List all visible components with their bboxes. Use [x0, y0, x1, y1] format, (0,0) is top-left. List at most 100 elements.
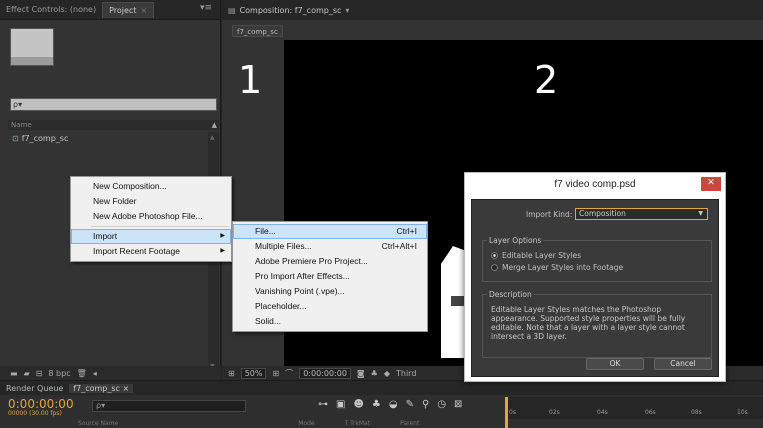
tick-label: 06s [645, 409, 656, 416]
editable-layer-styles-label: Editable Layer Styles [502, 251, 582, 260]
description-group: Description Editable Layer Styles matche… [482, 290, 712, 358]
tab-composition[interactable]: Composition: f7_comp_sc [240, 6, 342, 15]
parent-header[interactable]: Parent [400, 420, 419, 428]
list-item-label: f7_comp_sc [21, 134, 69, 143]
menu-item-import-premiere-project[interactable]: Adobe Premiere Pro Project... [233, 254, 427, 269]
menu-item-vanishing-point[interactable]: Vanishing Point (.vpe)... [233, 284, 427, 299]
draft-3d-icon[interactable]: ▣ [336, 399, 345, 410]
shy-icon[interactable]: ☻ [353, 399, 363, 410]
menu-item-solid[interactable]: Solid... [233, 314, 427, 329]
menu-item-label: Import Recent Footage [93, 246, 180, 256]
chevron-down-icon: ▼ [698, 210, 703, 217]
project-tabbar: Effect Controls: (none) Project × [0, 0, 220, 20]
toggle-view-icon[interactable]: ⊞ [228, 369, 235, 378]
name-column-label: Name [11, 121, 32, 129]
time-ruler[interactable]: 0s 02s 04s 06s 08s 10s [505, 397, 763, 419]
import-submenu: File... Ctrl+I Multiple Files... Ctrl+Alt+… [232, 221, 428, 332]
color-icon[interactable]: ♣ [371, 369, 378, 378]
trash-icon[interactable]: 🗑 [77, 369, 87, 378]
close-tab-icon[interactable]: × [140, 6, 147, 15]
tick-label: 02s [549, 409, 560, 416]
new-folder-icon[interactable]: ▰ [24, 369, 30, 378]
menu-item-new-photoshop-file[interactable]: New Adobe Photoshop File... [71, 209, 231, 224]
mode-header[interactable]: Mode [298, 420, 314, 428]
search-icon[interactable]: ⚲ [422, 399, 429, 410]
mask-icon[interactable]: ⌒ [285, 368, 293, 379]
brush-icon[interactable]: ✎ [406, 399, 414, 410]
tab-render-queue[interactable]: Render Queue [6, 384, 63, 393]
viewer-label-2: 2 [534, 58, 559, 102]
view-label[interactable]: Third [396, 369, 416, 378]
trkmat-header[interactable]: T TrkMat [345, 420, 371, 428]
composition-icon: ⊡ [12, 134, 19, 143]
radio-selected-icon [491, 252, 498, 259]
current-time-display[interactable]: 0:00:00:00 [8, 397, 74, 411]
lock-icon[interactable]: ▤ [228, 6, 236, 15]
menu-item-placeholder[interactable]: Placeholder... [233, 299, 427, 314]
menu-item-label: New Adobe Photoshop File... [93, 211, 203, 221]
import-kind-label: Import Kind: [526, 210, 573, 219]
menu-shortcut: Ctrl+I [396, 226, 417, 236]
project-footer: ▬ ▰ ⊟ 8 bpc 🗑 ◂ [0, 366, 221, 380]
menu-separator [91, 226, 229, 227]
camera-icon[interactable]: ◙ [357, 369, 365, 378]
menu-item-label: Placeholder... [255, 301, 307, 311]
menu-item-import[interactable]: Import ▶ [71, 229, 231, 244]
submenu-arrow-icon: ▶ [220, 248, 225, 254]
import-kind-select[interactable]: Composition ▼ [575, 208, 708, 220]
menu-item-import-recent-footage[interactable]: Import Recent Footage ▶ [71, 244, 231, 259]
tab-project-label: Project [109, 5, 137, 15]
bpc-button[interactable]: 8 bpc [48, 369, 70, 378]
project-search-input[interactable]: ρ▾ [10, 98, 217, 111]
motion-blur-icon[interactable]: ◒ [389, 399, 398, 410]
tick-label: 08s [691, 409, 702, 416]
timecode-field[interactable]: 0:00:00:00 [299, 367, 351, 379]
menu-item-label: Import [93, 231, 118, 241]
viewer-label-1: 1 [238, 58, 263, 102]
project-thumbnail [10, 28, 54, 66]
channel-icon[interactable]: ◆ [384, 369, 390, 378]
composition-subtab[interactable]: f7_comp_sc [232, 25, 283, 37]
interpret-footage-icon[interactable]: ▬ [10, 369, 18, 378]
tab-timeline-comp[interactable]: f7_comp_sc × [69, 383, 134, 393]
name-column-header[interactable]: Name ▲ [8, 120, 219, 130]
comp-mini-flowchart-icon[interactable]: ⊶ [318, 399, 328, 410]
grid-icon[interactable]: ⊞ [272, 369, 279, 378]
menu-item-label: File... [255, 226, 276, 236]
tick-label: 10s [737, 409, 748, 416]
cancel-button[interactable]: Cancel [654, 358, 712, 370]
zoom-select[interactable]: 50% [240, 367, 267, 379]
list-item[interactable]: ⊡ f7_comp_sc [12, 134, 68, 143]
editable-layer-styles-radio[interactable]: Editable Layer Styles [491, 251, 581, 260]
dialog-body: Import Kind: Composition ▼ Layer Options… [471, 199, 719, 377]
sort-arrow-icon[interactable]: ▲ [212, 120, 217, 130]
menu-item-new-composition[interactable]: New Composition... [71, 179, 231, 194]
timer-icon[interactable]: ◷ [437, 399, 446, 410]
composition-dropdown-icon[interactable]: ▾ [345, 6, 349, 15]
import-psd-dialog: f7 video comp.psd ✕ Import Kind: Composi… [464, 172, 726, 382]
close-tab-icon[interactable]: × [123, 384, 130, 393]
graph-editor-icon[interactable]: ⊠ [454, 399, 462, 410]
tick-label: 0s [509, 409, 516, 416]
scroll-left-icon[interactable]: ◂ [93, 369, 97, 378]
ok-button[interactable]: OK [586, 358, 644, 370]
tab-timeline-comp-label: f7_comp_sc [73, 383, 120, 393]
tab-effect-controls[interactable]: Effect Controls: (none) [0, 2, 102, 18]
merge-layer-styles-radio[interactable]: Merge Layer Styles into Footage [491, 263, 623, 272]
frame-blending-icon[interactable]: ♣ [372, 399, 381, 410]
layer-options-group: Layer Options Editable Layer Styles Merg… [482, 236, 712, 282]
menu-item-new-folder[interactable]: New Folder [71, 194, 231, 209]
new-comp-icon[interactable]: ⊟ [36, 369, 43, 378]
source-name-header[interactable]: Source Name [78, 420, 118, 428]
tab-project[interactable]: Project × [102, 1, 155, 18]
menu-item-pro-import[interactable]: Pro Import After Effects... [233, 269, 427, 284]
close-icon[interactable]: ✕ [701, 177, 721, 191]
timeline-search-input[interactable]: ρ▾ [92, 400, 246, 412]
menu-item-label: Adobe Premiere Pro Project... [255, 256, 368, 266]
menu-item-import-multiple-files[interactable]: Multiple Files... Ctrl+Alt+I [233, 239, 427, 254]
panel-menu-icon[interactable]: ▾≡ [200, 3, 212, 13]
import-kind-value: Composition [579, 209, 626, 218]
menu-item-label: Pro Import After Effects... [255, 271, 350, 281]
menu-item-import-file[interactable]: File... Ctrl+I [233, 224, 427, 239]
merge-layer-styles-label: Merge Layer Styles into Footage [502, 263, 624, 272]
